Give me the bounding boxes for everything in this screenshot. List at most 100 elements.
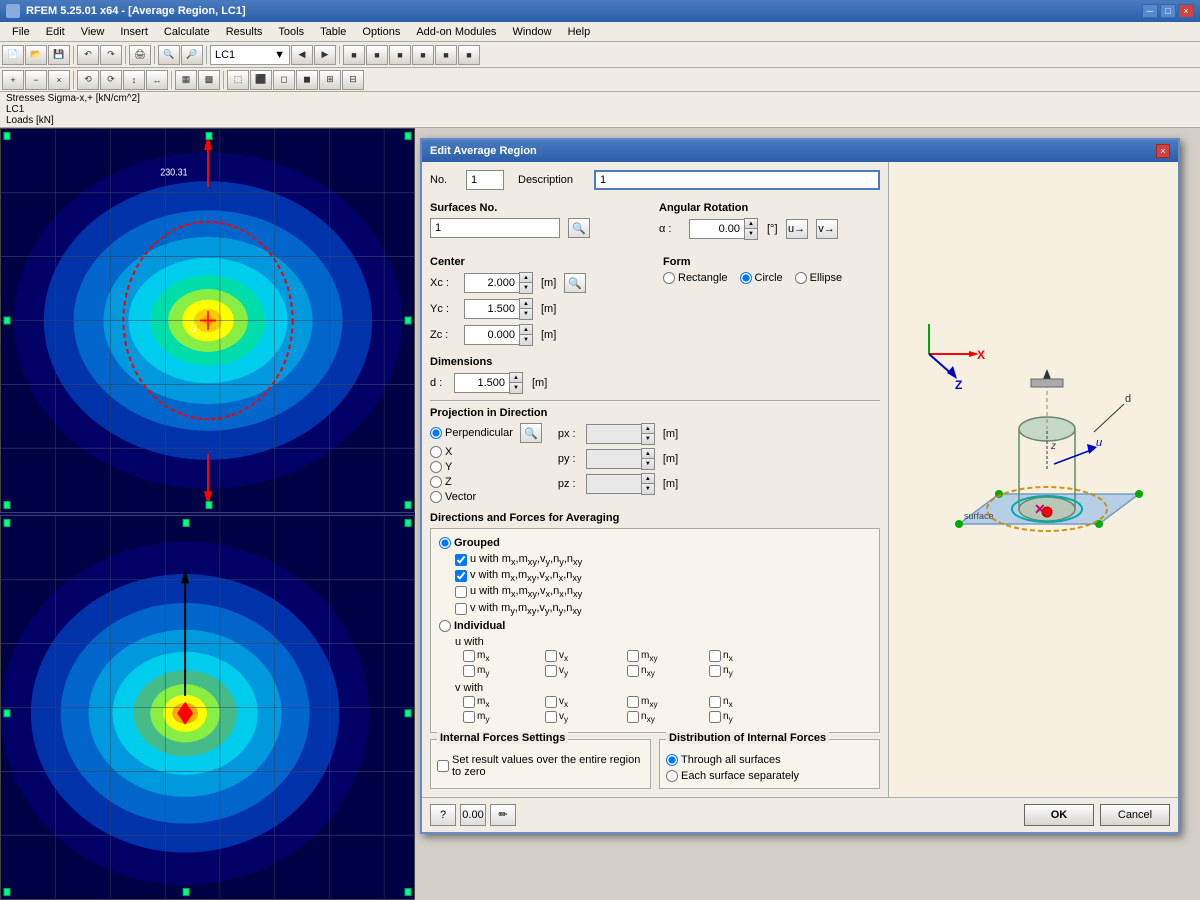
alpha-pick-btn2[interactable]: v→ <box>816 219 838 239</box>
yc-input[interactable] <box>464 299 519 319</box>
alpha-pick-btn1[interactable]: u→ <box>786 219 808 239</box>
v-nxy-check[interactable] <box>627 711 639 723</box>
u-nxy-check[interactable] <box>627 665 639 677</box>
v-nx-check[interactable] <box>709 696 721 708</box>
tb2-12[interactable]: ◻ <box>273 70 295 90</box>
alpha-spin-up[interactable]: ▲ <box>745 219 757 229</box>
form-rectangle-radio[interactable] <box>663 272 675 284</box>
undo-btn[interactable]: ↶ <box>77 45 99 65</box>
tb2-5[interactable]: ⟳ <box>100 70 122 90</box>
individual-radio-label[interactable]: Individual <box>439 620 871 632</box>
zc-input[interactable] <box>464 325 519 345</box>
tb1[interactable]: ■ <box>343 45 365 65</box>
u-vx-check[interactable] <box>545 650 557 662</box>
u-nxy[interactable]: nxy <box>627 665 707 678</box>
proj-z-radio[interactable] <box>430 476 442 488</box>
form-circle-radio[interactable] <box>740 272 752 284</box>
grouped-opt1[interactable]: u with mx,mxy,vy,ny,nxy <box>455 553 871 567</box>
py-input[interactable] <box>586 449 641 469</box>
xc-spin-up[interactable]: ▲ <box>520 273 532 283</box>
d-spin-up[interactable]: ▲ <box>510 373 522 383</box>
pz-spin-down[interactable]: ▼ <box>642 484 654 494</box>
v-mx-check[interactable] <box>463 696 475 708</box>
menu-window[interactable]: Window <box>504 24 559 40</box>
v-vy-check[interactable] <box>545 711 557 723</box>
new-btn[interactable]: 📄 <box>2 45 24 65</box>
save-btn[interactable]: 💾 <box>48 45 70 65</box>
px-spin-down[interactable]: ▼ <box>642 434 654 444</box>
zc-spin-up[interactable]: ▲ <box>520 325 532 335</box>
px-input[interactable] <box>586 424 641 444</box>
zoom-out-btn[interactable]: 🔎 <box>181 45 203 65</box>
form-rectangle-label[interactable]: Rectangle <box>663 272 728 284</box>
u-mx-check[interactable] <box>463 650 475 662</box>
open-btn[interactable]: 📂 <box>25 45 47 65</box>
tb2-1[interactable]: + <box>2 70 24 90</box>
grouped-radio[interactable] <box>439 537 451 549</box>
pz-spin-up[interactable]: ▲ <box>642 474 654 484</box>
tb3[interactable]: ■ <box>389 45 411 65</box>
pz-input[interactable] <box>586 474 641 494</box>
alpha-spin-down[interactable]: ▼ <box>745 229 757 239</box>
u-ny-check[interactable] <box>709 665 721 677</box>
yc-spin-up[interactable]: ▲ <box>520 299 532 309</box>
menu-options[interactable]: Options <box>354 24 408 40</box>
u-vy-check[interactable] <box>545 665 557 677</box>
menu-table[interactable]: Table <box>312 24 354 40</box>
v-ny[interactable]: ny <box>709 711 789 724</box>
grouped-opt4[interactable]: v with my,mxy,vy,ny,nxy <box>455 602 871 616</box>
through-all-label[interactable]: Through all surfaces <box>666 754 873 766</box>
menu-addon[interactable]: Add-on Modules <box>408 24 504 40</box>
individual-radio[interactable] <box>439 620 451 632</box>
minimize-btn[interactable]: ─ <box>1142 4 1158 18</box>
v-vx[interactable]: vx <box>545 696 625 709</box>
tb2-10[interactable]: ⬚ <box>227 70 249 90</box>
menu-view[interactable]: View <box>73 24 113 40</box>
zc-spin-down[interactable]: ▼ <box>520 335 532 345</box>
grouped-check4[interactable] <box>455 603 467 615</box>
xc-pick-btn[interactable]: 🔍 <box>564 273 586 293</box>
tb2-8[interactable]: ▦ <box>175 70 197 90</box>
each-surface-label[interactable]: Each surface separately <box>666 770 873 782</box>
each-surface-radio[interactable] <box>666 770 678 782</box>
grouped-check3[interactable] <box>455 586 467 598</box>
right-arrow[interactable]: ▶ <box>314 45 336 65</box>
tb6[interactable]: ■ <box>458 45 480 65</box>
desc-input[interactable] <box>594 170 880 190</box>
py-spin-down[interactable]: ▼ <box>642 459 654 469</box>
form-ellipse-label[interactable]: Ellipse <box>795 272 842 284</box>
set-result-check[interactable] <box>437 760 449 772</box>
proj-z-label[interactable]: Z <box>430 476 542 488</box>
edit-icon-btn[interactable]: ✏ <box>490 804 516 826</box>
grouped-radio-label[interactable]: Grouped <box>439 537 871 549</box>
u-nx[interactable]: nx <box>709 650 789 663</box>
menu-results[interactable]: Results <box>218 24 271 40</box>
xc-input[interactable] <box>464 273 519 293</box>
close-btn[interactable]: × <box>1178 4 1194 18</box>
v-mx[interactable]: mx <box>463 696 543 709</box>
zoom-in-btn[interactable]: 🔍 <box>158 45 180 65</box>
u-my[interactable]: my <box>463 665 543 678</box>
u-nx-check[interactable] <box>709 650 721 662</box>
tb2-3[interactable]: × <box>48 70 70 90</box>
form-circle-label[interactable]: Circle <box>740 272 783 284</box>
menu-edit[interactable]: Edit <box>38 24 73 40</box>
alpha-input[interactable] <box>689 219 744 239</box>
maximize-btn[interactable]: □ <box>1160 4 1176 18</box>
u-my-check[interactable] <box>463 665 475 677</box>
v-my-check[interactable] <box>463 711 475 723</box>
proj-vec-radio[interactable] <box>430 491 442 503</box>
tb2[interactable]: ■ <box>366 45 388 65</box>
yc-spin-down[interactable]: ▼ <box>520 309 532 319</box>
tb2-14[interactable]: ⊞ <box>319 70 341 90</box>
v-vx-check[interactable] <box>545 696 557 708</box>
grouped-check1[interactable] <box>455 554 467 566</box>
menu-calculate[interactable]: Calculate <box>156 24 218 40</box>
tb2-11[interactable]: ⬛ <box>250 70 272 90</box>
no-input[interactable] <box>466 170 504 190</box>
proj-perp-btn[interactable]: 🔍 <box>520 423 542 443</box>
tb4[interactable]: ■ <box>412 45 434 65</box>
tb2-15[interactable]: ⊟ <box>342 70 364 90</box>
u-vx[interactable]: vx <box>545 650 625 663</box>
tb2-9[interactable]: ▩ <box>198 70 220 90</box>
